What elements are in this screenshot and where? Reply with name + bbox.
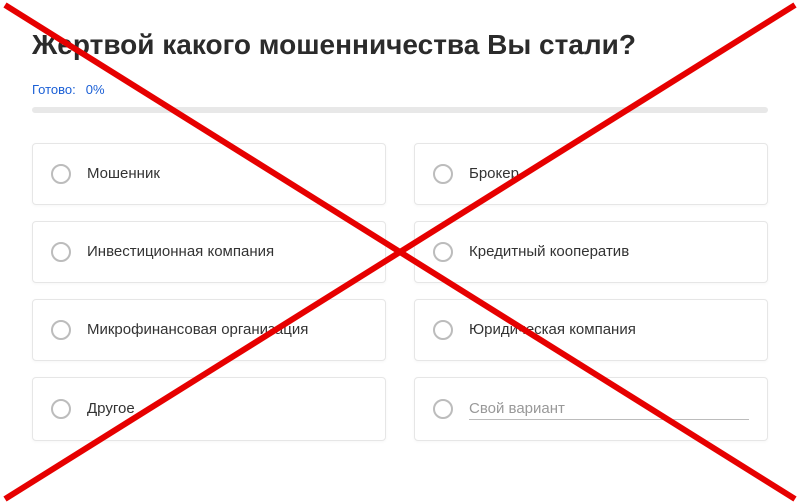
progress-row: Готово: 0% — [32, 82, 768, 97]
option-kreditnyi-kooperativ[interactable]: Кредитный кооператив — [414, 221, 768, 283]
page-title: Жертвой какого мошенничества Вы стали? — [32, 28, 768, 62]
option-label: Брокер — [469, 165, 519, 182]
progress-label: Готово: — [32, 82, 76, 97]
option-custom[interactable] — [414, 377, 768, 441]
option-drugoe[interactable]: Другое — [32, 377, 386, 441]
option-investitsionnaya[interactable]: Инвестиционная компания — [32, 221, 386, 283]
radio-icon — [51, 164, 71, 184]
option-mikrofinansovaya[interactable]: Микрофинансовая организация — [32, 299, 386, 361]
options-grid: Мошенник Брокер Инвестиционная компания … — [32, 143, 768, 441]
custom-input[interactable] — [469, 398, 749, 420]
option-label: Микрофинансовая организация — [87, 321, 308, 338]
option-label: Мошенник — [87, 165, 160, 182]
progress-value: 0% — [86, 82, 105, 97]
radio-icon — [51, 399, 71, 419]
option-label: Юридическая компания — [469, 321, 636, 338]
option-moshennik[interactable]: Мошенник — [32, 143, 386, 205]
option-label: Инвестиционная компания — [87, 243, 274, 260]
option-broker[interactable]: Брокер — [414, 143, 768, 205]
option-label: Другое — [87, 400, 135, 417]
radio-icon — [433, 320, 453, 340]
progress-bar — [32, 107, 768, 113]
radio-icon — [433, 242, 453, 262]
option-yuridicheskaya[interactable]: Юридическая компания — [414, 299, 768, 361]
radio-icon — [433, 399, 453, 419]
radio-icon — [433, 164, 453, 184]
option-label: Кредитный кооператив — [469, 243, 629, 260]
radio-icon — [51, 320, 71, 340]
radio-icon — [51, 242, 71, 262]
